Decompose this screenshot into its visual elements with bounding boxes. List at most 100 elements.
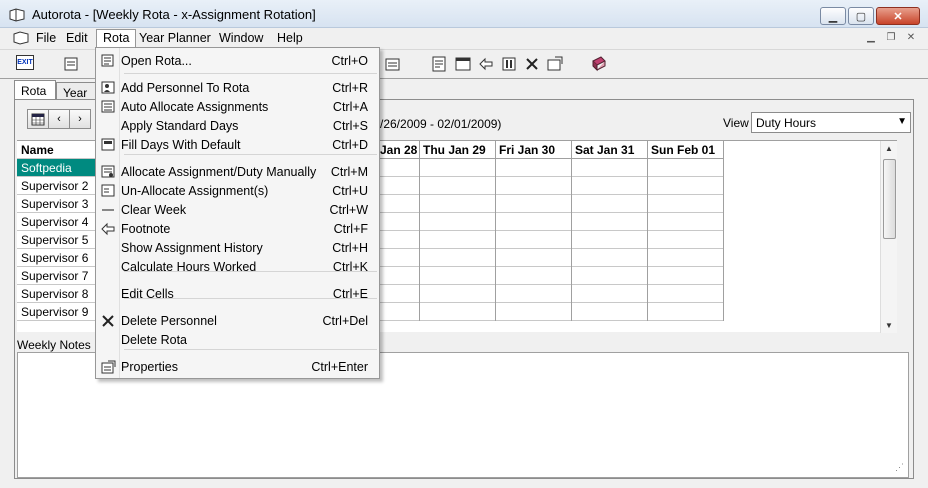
close-button[interactable]: ✕ [876,7,920,25]
rota-cell[interactable] [420,285,495,303]
menu-edit[interactable]: Edit [60,30,94,48]
calendar-button[interactable] [27,109,49,129]
rota-cell[interactable] [648,285,723,303]
day-header[interactable]: Thu Jan 29 [420,141,495,159]
rota-cell[interactable] [377,231,419,249]
rota-cell[interactable] [420,231,495,249]
mdi-close-button[interactable]: ✕ [902,30,920,46]
rota-cell[interactable] [496,285,571,303]
menu-item-delete-rota[interactable]: Delete Rota [97,330,378,349]
menu-year-planner[interactable]: Year Planner [133,30,217,48]
exit-icon[interactable]: EXIT [16,55,34,70]
rota-cell[interactable] [648,195,723,213]
day-header[interactable]: Jan 28 [377,141,419,159]
menu-window[interactable]: Window [213,30,269,48]
rota-cell[interactable] [648,303,723,321]
menu-item-un-allocate-assignment-s[interactable]: Un-Allocate Assignment(s) Ctrl+U [97,181,378,200]
rota-cell[interactable] [496,159,571,177]
window-icon[interactable] [454,55,472,73]
rota-cell[interactable] [648,213,723,231]
scroll-thumb[interactable] [883,159,896,239]
pause-icon[interactable] [500,55,518,73]
menu-item-properties[interactable]: Properties Ctrl+Enter [97,357,378,376]
menu-item-fill-days-with-default[interactable]: Fill Days With Default Ctrl+D [97,135,378,154]
report-icon[interactable] [430,55,448,73]
rota-cell[interactable] [572,213,647,231]
rota-cell[interactable] [377,159,419,177]
rota-cell[interactable] [496,213,571,231]
rota-cell[interactable] [420,195,495,213]
menu-item-show-assignment-history[interactable]: Show Assignment History Ctrl+H [97,238,378,257]
open-rota-icon[interactable] [62,55,80,73]
help-book-icon[interactable] [590,55,608,73]
rota-cell[interactable] [496,231,571,249]
menu-help[interactable]: Help [271,30,309,48]
menu-rota[interactable]: Rota [96,29,137,47]
rota-cell[interactable] [420,213,495,231]
rota-cell[interactable] [496,267,571,285]
rota-cell[interactable] [496,303,571,321]
tab-rota[interactable]: Rota [14,80,56,100]
maximize-button[interactable]: ▢ [848,7,874,25]
next-week-button[interactable]: › [69,109,91,129]
menu-item-auto-allocate-assignments[interactable]: Auto Allocate Assignments Ctrl+A [97,97,378,116]
rota-cell[interactable] [377,195,419,213]
rota-cell[interactable] [420,303,495,321]
vertical-scrollbar[interactable]: ▲ ▼ [880,141,897,333]
properties-icon[interactable] [384,55,402,73]
rota-cell[interactable] [496,195,571,213]
rota-cell[interactable] [648,267,723,285]
rota-cell[interactable] [572,249,647,267]
day-header[interactable]: Sat Jan 31 [572,141,647,159]
menu-item-footnote[interactable]: Footnote Ctrl+F [97,219,378,238]
rota-cell[interactable] [572,231,647,249]
menu-item-apply-standard-days[interactable]: Apply Standard Days Ctrl+S [97,116,378,135]
rota-cell[interactable] [648,231,723,249]
rota-cell[interactable] [420,249,495,267]
mdi-restore-button[interactable]: ❐ [882,30,900,46]
view-select[interactable]: Duty Hours ▼ [751,112,911,133]
rota-cell[interactable] [377,213,419,231]
rota-cell[interactable] [496,177,571,195]
scroll-up-icon[interactable]: ▲ [885,144,893,153]
rota-cell[interactable] [572,267,647,285]
menu-item-allocate-assignment-duty-manually[interactable]: Allocate Assignment/Duty Manually Ctrl+M [97,162,378,181]
rota-cell[interactable] [572,303,647,321]
day-header[interactable]: Fri Jan 30 [496,141,571,159]
rota-cell[interactable] [572,285,647,303]
rota-cell[interactable] [420,267,495,285]
scroll-down-icon[interactable]: ▼ [885,321,893,330]
menu-item-delete-personnel[interactable]: Delete Personnel Ctrl+Del [97,311,378,330]
rota-cell[interactable] [496,249,571,267]
rota-cell[interactable] [648,249,723,267]
mdi-minimize-button[interactable]: ▁ [862,30,880,46]
rota-cell[interactable] [572,159,647,177]
rota-cell[interactable] [648,177,723,195]
settings-icon[interactable] [546,55,564,73]
rota-cell[interactable] [648,159,723,177]
open-rota-icon [101,54,114,67]
menu-item-calculate-hours-worked[interactable]: Calculate Hours Worked Ctrl+K [97,257,378,276]
minimize-button[interactable]: ▁ [820,7,846,25]
menu-item-add-personnel-to-rota[interactable]: Add Personnel To Rota Ctrl+R [97,78,378,97]
delete-x-icon[interactable] [523,55,541,73]
menu-item-clear-week[interactable]: Clear Week Ctrl+W [97,200,378,219]
prev-week-button[interactable]: ‹ [48,109,70,129]
rota-cell[interactable] [377,249,419,267]
day-header[interactable]: Sun Feb 01 [648,141,723,159]
menu-item-edit-cells[interactable]: Edit Cells Ctrl+E [97,284,378,303]
rota-cell[interactable] [377,177,419,195]
rota-cell[interactable] [572,195,647,213]
rota-cell[interactable] [420,177,495,195]
rota-cell[interactable] [420,159,495,177]
menu-file[interactable]: File [30,30,62,48]
tab-year-planner[interactable]: Year P [56,82,96,114]
rota-cell[interactable] [377,285,419,303]
resize-grip-icon[interactable]: ⋰ [895,462,904,473]
rota-cell[interactable] [377,303,419,321]
properties-icon [101,360,116,374]
menu-item-open-rota[interactable]: Open Rota... Ctrl+O [97,51,378,70]
rota-cell[interactable] [377,267,419,285]
footnote-icon[interactable] [477,55,495,73]
rota-cell[interactable] [572,177,647,195]
